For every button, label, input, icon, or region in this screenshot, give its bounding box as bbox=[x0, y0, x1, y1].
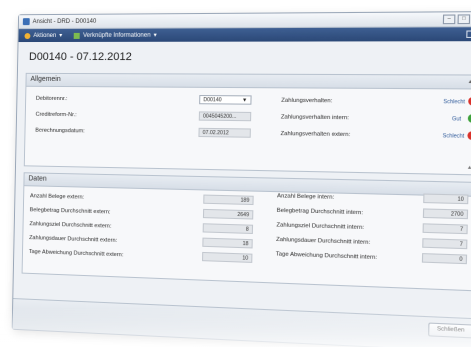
linked-info-menu[interactable]: Verknüpfte Informationen ▾ bbox=[74, 32, 157, 39]
data-left-value-2: 2649 bbox=[202, 208, 254, 220]
window-title: Ansicht - DRD - D00140 bbox=[32, 18, 97, 25]
window: Ansicht - DRD - D00140 – □ × Aktionen ▾ … bbox=[11, 11, 471, 347]
data-left-value-3: 8 bbox=[202, 223, 254, 235]
data-right-label-5: Tage Abweichung Durchschnitt intern: bbox=[275, 251, 378, 262]
data-right-label-2: Belegbetrag Durchschnitt intern: bbox=[276, 207, 364, 217]
payment-behavior-status: Schlecht bbox=[443, 98, 466, 106]
data-panel-title: Daten bbox=[28, 175, 47, 183]
data-right-value-2: 2700 bbox=[422, 208, 469, 220]
data-panel-header[interactable]: Daten bbox=[24, 173, 471, 197]
close-button[interactable]: Schließen bbox=[428, 322, 471, 339]
calc-date-label: Berechnungsdatum: bbox=[35, 127, 85, 135]
data-left-label-5: Tage Abweichung Durchschnitt extern: bbox=[28, 248, 124, 259]
data-right-value-5: 0 bbox=[421, 253, 468, 265]
actions-menu[interactable]: Aktionen ▾ bbox=[24, 32, 62, 39]
data-left-value-5: 10 bbox=[202, 251, 253, 263]
maximize-button[interactable]: □ bbox=[457, 14, 471, 25]
general-panel-header[interactable]: Allgemein ▲ bbox=[26, 73, 471, 90]
general-panel: Allgemein ▲ Debitorennr.: D00140 ▼ Credi… bbox=[23, 72, 471, 176]
data-panel: Daten Anzahl Belege extern: 189 Belegbet… bbox=[21, 172, 471, 292]
minimize-button[interactable]: – bbox=[442, 14, 456, 25]
toolbar-right-controls: ? bbox=[465, 30, 471, 39]
scroll-up-icon[interactable]: ▲ bbox=[467, 165, 471, 172]
data-left-label-3: Zahlungsziel Durchschnitt extern: bbox=[29, 221, 112, 230]
chevron-down-icon: ▾ bbox=[59, 32, 63, 39]
view-toggle-icon[interactable] bbox=[465, 30, 471, 39]
data-left-value-4: 18 bbox=[202, 237, 253, 249]
payment-internal-label: Zahlungsverhalten intern: bbox=[280, 114, 350, 122]
debtor-value: D00140 bbox=[203, 97, 222, 104]
payment-external-label: Zahlungsverhalten extern: bbox=[280, 130, 351, 139]
payment-external-status: Schlecht bbox=[442, 133, 465, 140]
toolbar: Aktionen ▾ Verknüpfte Informationen ▾ ? bbox=[18, 27, 471, 43]
stage: Ansicht - DRD - D00140 – □ × Aktionen ▾ … bbox=[0, 0, 471, 347]
linked-info-label: Verknüpfte Informationen bbox=[82, 32, 151, 39]
data-right-value-1: 10 bbox=[423, 193, 469, 205]
general-panel-title: Allgemein bbox=[30, 75, 61, 83]
creditreform-field[interactable]: 0045045200... bbox=[198, 111, 252, 122]
debtor-label: Debitorennr.: bbox=[35, 95, 68, 103]
page-title: D00140 - 07.12.2012 bbox=[28, 50, 132, 64]
link-info-icon bbox=[74, 32, 81, 39]
data-left-label-1: Anzahl Belege extern: bbox=[29, 193, 85, 201]
chevron-down-icon: ▼ bbox=[242, 97, 248, 104]
payment-behavior-label: Zahlungsverhalten: bbox=[281, 97, 333, 105]
data-left-label-2: Belegbetrag Durchschnitt extern: bbox=[29, 207, 111, 216]
footer-bar: Schließen bbox=[12, 298, 471, 347]
data-right-label-4: Zahlungsdauer Durchschnitt intern: bbox=[276, 236, 371, 247]
calc-date-field[interactable]: 07.02.2012 bbox=[198, 127, 251, 138]
data-right-label-3: Zahlungsziel Durchschnitt intern: bbox=[276, 222, 365, 232]
data-left-value-1: 189 bbox=[203, 194, 254, 206]
data-right-value-4: 7 bbox=[422, 238, 468, 250]
app-icon bbox=[22, 18, 30, 26]
window-controls: – □ × bbox=[442, 14, 471, 25]
data-right-value-3: 7 bbox=[422, 223, 468, 235]
status-red-icon bbox=[467, 131, 471, 140]
data-right-label-1: Anzahl Belege intern: bbox=[276, 193, 335, 201]
chevron-down-icon: ▾ bbox=[153, 32, 157, 39]
creditreform-label: Creditreform-Nr.: bbox=[35, 111, 77, 119]
payment-internal-status: Gut bbox=[451, 116, 462, 123]
collapse-icon[interactable]: ▲ bbox=[467, 76, 471, 89]
lightning-icon bbox=[24, 32, 31, 39]
actions-label: Aktionen bbox=[33, 32, 57, 39]
data-left-label-4: Zahlungsdauer Durchschnitt extern: bbox=[29, 235, 118, 244]
debtor-select[interactable]: D00140 ▼ bbox=[199, 95, 252, 105]
